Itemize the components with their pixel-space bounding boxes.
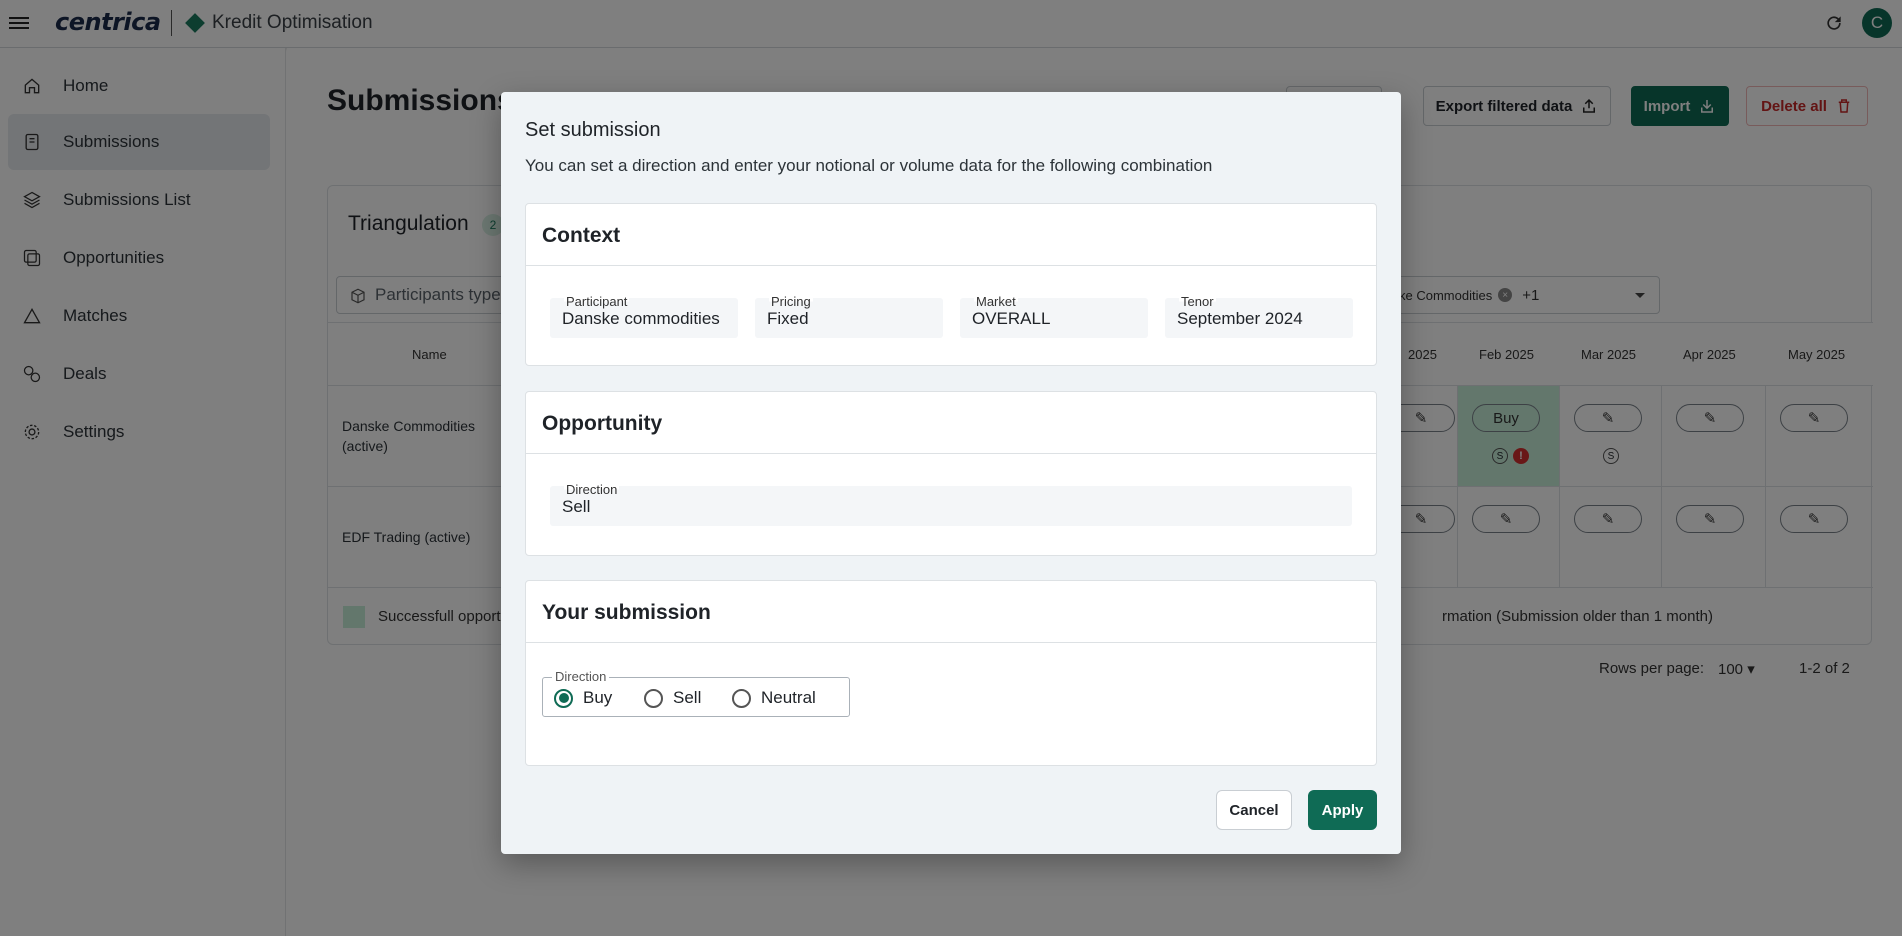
direction-radio-group: Direction Buy Sell Neutral (542, 669, 850, 717)
radio-buy[interactable]: Buy (554, 688, 612, 708)
apply-button[interactable]: Apply (1308, 790, 1377, 830)
radio-unchecked-icon (644, 688, 663, 708)
radio-sell[interactable]: Sell (644, 688, 701, 708)
opportunity-section: Opportunity Direction Sell (525, 391, 1377, 556)
radio-neutral[interactable]: Neutral (732, 688, 816, 708)
market-field: Market OVERALL (960, 294, 1148, 338)
cancel-button[interactable]: Cancel (1216, 790, 1292, 830)
section-heading: Opportunity (526, 392, 1376, 454)
your-submission-section: Your submission Direction Buy Sell Neutr… (525, 580, 1377, 766)
dialog-subtitle: You can set a direction and enter your n… (525, 156, 1213, 175)
set-submission-dialog: Set submission You can set a direction a… (501, 92, 1401, 854)
radio-checked-icon (554, 688, 573, 708)
dialog-title: Set submission (525, 119, 661, 141)
section-heading: Context (526, 204, 1376, 266)
section-heading: Your submission (526, 581, 1376, 643)
opportunity-direction-field: Direction Sell (550, 482, 1352, 526)
radio-unchecked-icon (732, 688, 751, 708)
participant-field: Participant Danske commodities (550, 294, 738, 338)
pricing-field: Pricing Fixed (755, 294, 943, 338)
tenor-field: Tenor September 2024 (1165, 294, 1353, 338)
context-section: Context Participant Danske commodities P… (525, 203, 1377, 366)
